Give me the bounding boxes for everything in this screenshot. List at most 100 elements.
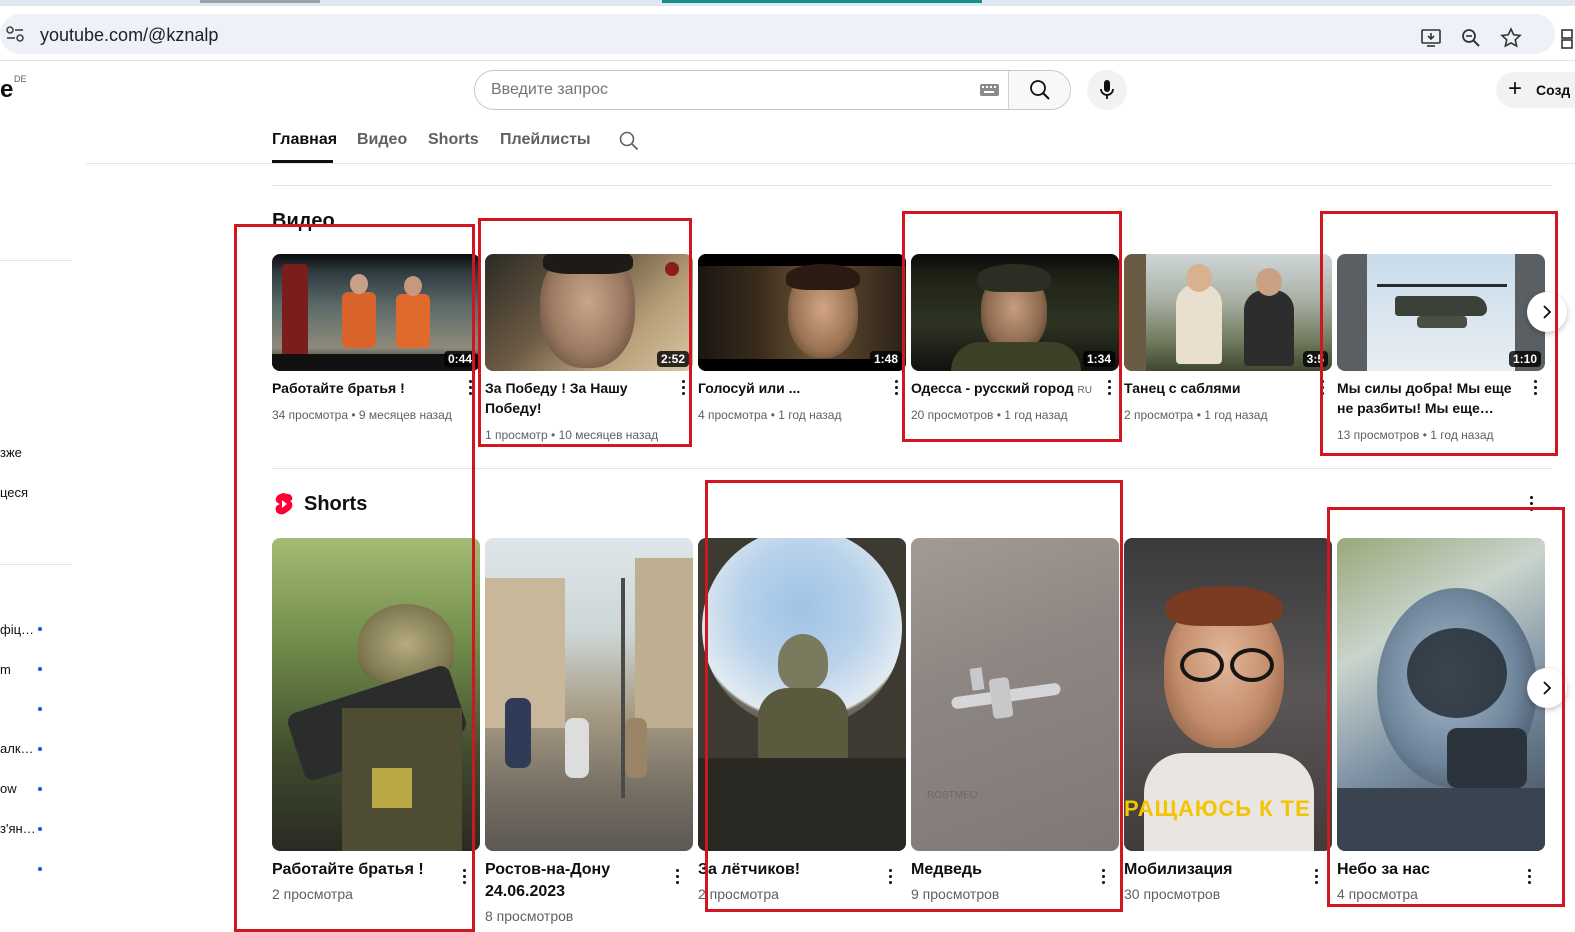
video-meta: 2 просмотра • 1 год назад bbox=[1124, 408, 1332, 422]
new-content-dot bbox=[38, 667, 42, 671]
video-thumbnail[interactable]: 1:48 bbox=[698, 254, 906, 371]
short-views: 30 просмотров bbox=[1124, 886, 1221, 902]
short-more-icon[interactable] bbox=[674, 869, 680, 887]
create-button[interactable]: + Созд bbox=[1496, 72, 1575, 108]
section-divider bbox=[272, 468, 1552, 469]
video-views: 1 просмотр bbox=[485, 428, 548, 442]
video-more-icon[interactable] bbox=[467, 380, 473, 398]
tune-icon[interactable] bbox=[6, 26, 24, 42]
short-more-icon[interactable] bbox=[1526, 869, 1532, 887]
bookmark-star-icon[interactable] bbox=[1500, 27, 1522, 49]
subscription-item-label[interactable]: m bbox=[0, 662, 11, 677]
meta-separator: • bbox=[551, 428, 556, 442]
tab-videos[interactable]: Видео bbox=[357, 131, 407, 149]
short-thumbnail[interactable] bbox=[485, 538, 693, 851]
video-duration: 1:10 bbox=[1508, 351, 1541, 367]
short-more-icon[interactable] bbox=[887, 869, 893, 887]
short-thumbnail[interactable]: ROSTMEO bbox=[911, 538, 1119, 851]
short-title[interactable]: Небо за нас bbox=[1337, 859, 1517, 881]
thumbnail-banner-text: РАЩАЮСЬ К ТЕ bbox=[1124, 796, 1311, 821]
video-title[interactable]: Голосуй или ... bbox=[698, 378, 882, 398]
video-title[interactable]: За Победу ! За Нашу Победу! bbox=[485, 378, 669, 418]
zoom-icon[interactable] bbox=[1460, 27, 1482, 49]
short-views: 2 просмотра bbox=[698, 886, 779, 902]
subscription-item-label[interactable]: алк… bbox=[0, 741, 34, 756]
meta-separator: • bbox=[1422, 428, 1427, 442]
install-app-icon[interactable] bbox=[1420, 27, 1442, 49]
chevron-right-icon bbox=[1543, 681, 1552, 695]
new-content-dot bbox=[38, 867, 42, 871]
video-thumbnail[interactable]: 1:34 bbox=[911, 254, 1119, 371]
videos-next-button[interactable] bbox=[1527, 292, 1567, 332]
video-more-icon[interactable] bbox=[1532, 380, 1538, 398]
shorts-section-more-icon[interactable] bbox=[1528, 496, 1534, 514]
short-more-icon[interactable] bbox=[461, 869, 467, 887]
video-duration: 1:34 bbox=[1082, 351, 1115, 367]
subscription-item-label[interactable]: фіц… bbox=[0, 622, 34, 637]
sidebar-divider bbox=[0, 564, 72, 565]
video-title[interactable]: Одесса - русский город RU bbox=[911, 378, 1095, 401]
browser-active-tab-indicator[interactable] bbox=[662, 0, 982, 3]
voice-search-button[interactable] bbox=[1087, 70, 1127, 110]
browser-tab-indicator[interactable] bbox=[200, 0, 320, 3]
channel-search-icon[interactable] bbox=[619, 131, 639, 151]
extensions-icon[interactable] bbox=[1560, 28, 1574, 50]
short-title[interactable]: Работайте братья ! bbox=[272, 859, 452, 881]
short-title[interactable]: Медведь bbox=[911, 859, 1091, 881]
subscription-item-label[interactable]: з'ян… bbox=[0, 821, 36, 836]
video-title-text[interactable]: Одесса - русский город bbox=[911, 380, 1074, 396]
video-more-icon[interactable] bbox=[1106, 380, 1112, 398]
video-title[interactable]: Работайте братья ! bbox=[272, 378, 456, 398]
search-box bbox=[474, 70, 1071, 110]
short-title[interactable]: За лётчиков! bbox=[698, 859, 878, 881]
sidebar-item-label[interactable]: цеся bbox=[0, 485, 28, 500]
search-input[interactable] bbox=[475, 71, 1007, 109]
video-more-icon[interactable] bbox=[893, 380, 899, 398]
short-more-icon[interactable] bbox=[1313, 869, 1319, 887]
video-thumbnail[interactable]: 1:10 bbox=[1337, 254, 1545, 371]
short-more-icon[interactable] bbox=[1100, 869, 1106, 887]
meta-separator: • bbox=[351, 408, 356, 422]
video-meta: 20 просмотров • 1 год назад bbox=[911, 408, 1119, 422]
video-age: 1 год назад bbox=[1004, 408, 1068, 422]
omnibox[interactable]: youtube.com/@kznalp bbox=[0, 14, 1555, 54]
video-duration: 2:52 bbox=[656, 351, 689, 367]
tab-home[interactable]: Главная bbox=[272, 131, 337, 149]
short-views: 8 просмотров bbox=[485, 908, 574, 924]
keyboard-icon[interactable] bbox=[979, 84, 999, 96]
meta-separator: • bbox=[770, 408, 775, 422]
video-thumbnail[interactable]: 3:5 bbox=[1124, 254, 1332, 371]
video-title[interactable]: Танец с саблями bbox=[1124, 378, 1308, 398]
video-more-icon[interactable] bbox=[680, 380, 686, 398]
videos-section-title[interactable]: Видео bbox=[272, 210, 335, 233]
search-button[interactable] bbox=[1008, 71, 1070, 109]
video-title[interactable]: Мы силы добра! Мы еще не разбиты! Мы еще… bbox=[1337, 378, 1521, 418]
video-more-icon[interactable] bbox=[1319, 380, 1325, 398]
video-meta: 4 просмотра • 1 год назад bbox=[698, 408, 906, 422]
video-views: 4 просмотра bbox=[698, 408, 768, 422]
video-views: 13 просмотров bbox=[1337, 428, 1420, 442]
video-duration: 0:44 bbox=[443, 351, 476, 367]
short-thumbnail[interactable] bbox=[698, 538, 906, 851]
video-thumbnail[interactable]: 2:52 bbox=[485, 254, 693, 371]
video-age: 1 год назад bbox=[778, 408, 842, 422]
video-duration: 1:48 bbox=[869, 351, 902, 367]
thumbnail-watermark: ROSTMEO bbox=[927, 790, 978, 801]
shorts-next-button[interactable] bbox=[1527, 668, 1567, 708]
short-title[interactable]: Ростов-на-Дону 24.06.2023 bbox=[485, 859, 665, 903]
video-thumbnail[interactable]: 0:44 bbox=[272, 254, 480, 371]
video-age: 1 год назад bbox=[1204, 408, 1268, 422]
shorts-section-title[interactable]: Shorts bbox=[304, 493, 367, 516]
tab-playlists[interactable]: Плейлисты bbox=[500, 131, 591, 149]
new-content-dot bbox=[38, 747, 42, 751]
short-thumbnail[interactable] bbox=[272, 538, 480, 851]
url-text[interactable]: youtube.com/@kznalp bbox=[40, 25, 218, 46]
new-content-dot bbox=[38, 627, 42, 631]
short-thumbnail[interactable] bbox=[1337, 538, 1545, 851]
subscription-item-label[interactable]: ow bbox=[0, 781, 17, 796]
short-title[interactable]: Мобилизация bbox=[1124, 859, 1304, 881]
tab-shorts[interactable]: Shorts bbox=[428, 131, 479, 149]
sidebar-item-label[interactable]: зже bbox=[0, 445, 22, 460]
short-thumbnail[interactable]: РАЩАЮСЬ К ТЕ bbox=[1124, 538, 1332, 851]
youtube-logo-fragment[interactable]: e bbox=[0, 76, 13, 104]
